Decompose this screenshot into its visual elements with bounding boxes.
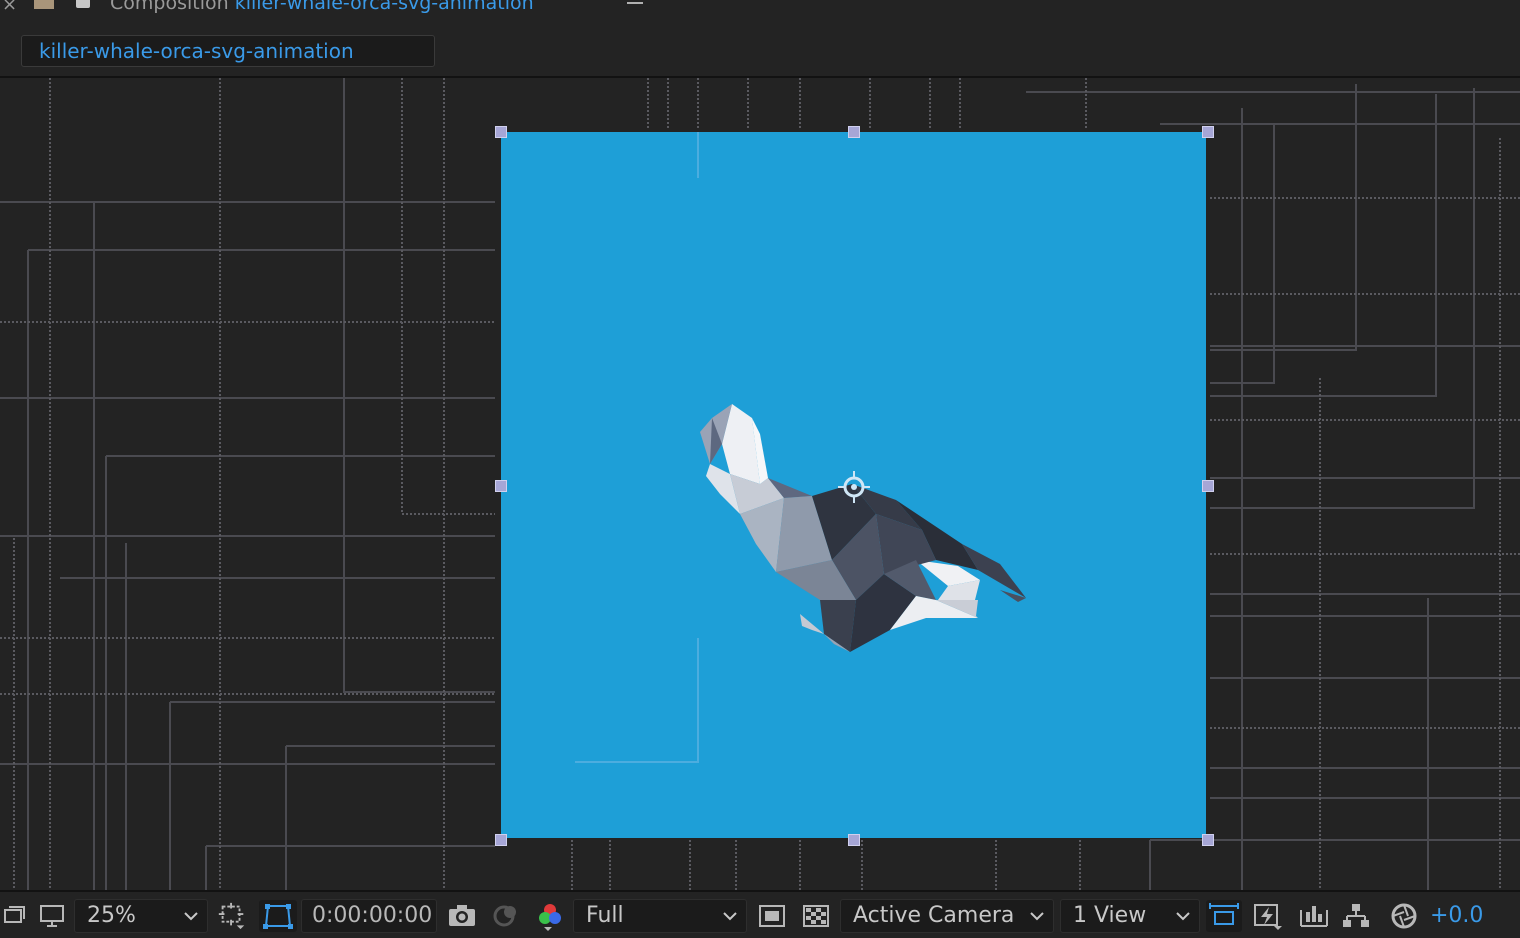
composition-panel-header: × Composition killer-whale-orca-svg-anim… [0, 0, 1520, 18]
safe-margins-icon[interactable] [259, 900, 297, 932]
camera-view-value: Active Camera [853, 903, 1015, 928]
layer-handle-top-center[interactable] [848, 126, 860, 138]
chevron-down-icon [723, 912, 737, 921]
exposure-value[interactable]: +0.0 [1430, 899, 1483, 933]
layer-handle-bottom-center[interactable] [848, 834, 860, 846]
resolution-dropdown[interactable]: Full [573, 899, 747, 933]
layer-handle-bottom-right[interactable] [1202, 834, 1214, 846]
layer-handle-middle-left[interactable] [495, 480, 507, 492]
layer-handle-top-left[interactable] [495, 126, 507, 138]
camera-view-dropdown[interactable]: Active Camera [840, 899, 1054, 933]
flowchart-icon[interactable] [1340, 900, 1372, 932]
always-preview-icon[interactable] [0, 900, 32, 932]
transparency-grid-icon[interactable] [800, 900, 832, 932]
panel-menu-icon[interactable] [627, 0, 643, 9]
resolution-value: Full [586, 903, 624, 928]
current-time-display[interactable]: 0:00:00:00 [301, 899, 437, 933]
view-layout-value: 1 View [1073, 903, 1147, 928]
composition-tab-bar: killer-whale-orca-svg-animation [0, 18, 1520, 78]
timeline-icon[interactable] [1298, 900, 1330, 932]
chevron-down-icon [184, 912, 198, 921]
exposure-reset-icon[interactable] [1388, 900, 1420, 932]
show-snapshot-icon[interactable] [490, 900, 522, 932]
panel-title: Composition killer-whale-orca-svg-animat… [110, 0, 534, 14]
toggle-pixel-aspect-icon[interactable] [1206, 900, 1242, 932]
panel-comp-name[interactable]: killer-whale-orca-svg-animation [235, 0, 534, 14]
folder-icon [34, 0, 54, 9]
anchor-point-icon[interactable] [836, 469, 872, 505]
lock-icon[interactable] [76, 0, 90, 8]
layer-handle-bottom-left[interactable] [495, 834, 507, 846]
view-layout-dropdown[interactable]: 1 View [1060, 899, 1200, 933]
chevron-down-icon [1176, 912, 1190, 921]
composition-tab[interactable]: killer-whale-orca-svg-animation [21, 35, 435, 67]
magnification-value: 25% [87, 903, 136, 928]
region-of-interest-icon[interactable] [216, 900, 248, 932]
fast-draft-icon[interactable] [1252, 900, 1284, 932]
viewer-toolbar: 25% 0:00:00:00 Full Active Camera 1 View… [0, 890, 1520, 938]
layer-handle-middle-right[interactable] [1202, 480, 1214, 492]
snapshot-camera-icon[interactable] [446, 900, 478, 932]
timecode-value: 0:00:00:00 [312, 903, 433, 928]
magnification-dropdown[interactable]: 25% [74, 899, 208, 933]
close-icon[interactable]: × [2, 0, 17, 15]
monitor-icon[interactable] [36, 900, 68, 932]
layer-handle-top-right[interactable] [1202, 126, 1214, 138]
rgb-channels-icon[interactable] [534, 900, 566, 932]
fast-preview-icon[interactable] [756, 900, 788, 932]
chevron-down-icon [1030, 912, 1044, 921]
panel-label: Composition [110, 0, 229, 14]
orca-artwork[interactable] [700, 404, 1030, 654]
